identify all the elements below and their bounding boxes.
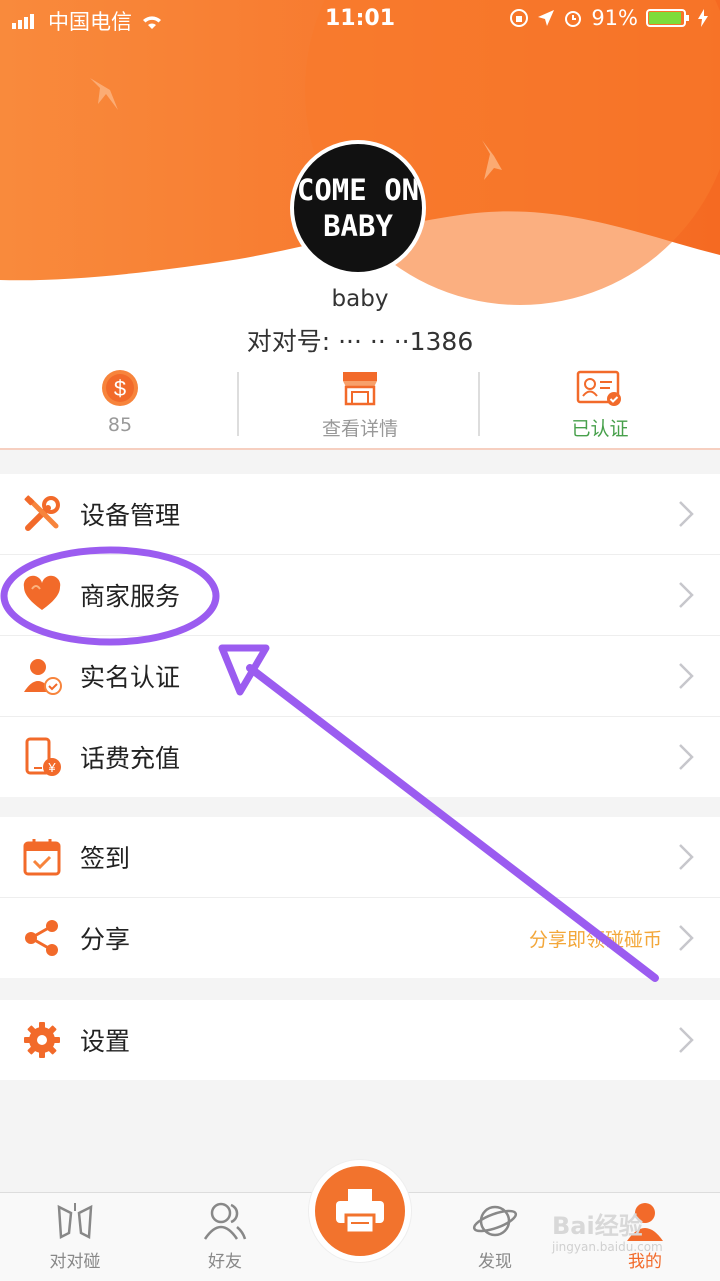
tab-print-button[interactable] — [309, 1160, 411, 1262]
coins-value: 85 — [107, 414, 133, 436]
bump-icon — [57, 1203, 93, 1239]
heart-icon — [23, 575, 61, 610]
user-id: 对对号: ··· ·· ··1386 — [246, 327, 474, 356]
stat-verified[interactable]: 已认证 — [480, 360, 720, 448]
tools-icon — [24, 495, 60, 531]
stats-row: $ 85 查看详情 已认证 — [0, 360, 720, 448]
rotation-lock-icon — [510, 9, 529, 27]
chevron-right-icon — [679, 925, 694, 951]
svg-text:$: $ — [114, 376, 126, 401]
profile-header: 中国电信 11:01 91% COME ON BABY baby 对对号: ··… — [0, 0, 720, 450]
stats-divider — [478, 372, 480, 436]
username: baby — [331, 286, 389, 312]
menu-item-label: 设置 — [80, 1027, 131, 1056]
header-divider — [0, 448, 720, 450]
share-reward-hint: 分享即领碰碰币 — [528, 928, 662, 951]
menu-item-label: 话费充值 — [80, 744, 181, 773]
chevron-right-icon — [679, 663, 694, 689]
status-right: 91% — [509, 6, 708, 30]
user-verified-icon — [24, 659, 62, 695]
tab-bump[interactable]: 对对碰 — [20, 1199, 130, 1272]
menu-group-activity: 签到 分享 分享即领碰碰币 — [0, 817, 720, 978]
menu-group-settings: 设置 — [0, 1000, 720, 1080]
details-label: 查看详情 — [321, 418, 398, 440]
menu-item-label: 商家服务 — [80, 582, 181, 611]
menu-group-services: 设备管理 商家服务 实名认证 ¥ 话费充值 — [0, 474, 720, 797]
battery-icon — [646, 9, 689, 27]
tab-friends[interactable]: 好友 — [170, 1199, 280, 1272]
gear-icon — [24, 1022, 60, 1058]
status-bar: 中国电信 11:01 91% — [0, 0, 720, 38]
chevron-right-icon — [679, 501, 694, 527]
watermark-url: jingyan.baidu.com — [552, 1240, 663, 1254]
menu-item-merchant-service[interactable]: 商家服务 — [0, 555, 720, 636]
tab-label: 发现 — [478, 1252, 512, 1272]
calendar-check-icon — [23, 839, 61, 876]
menu-item-label: 签到 — [80, 844, 131, 873]
tab-label: 好友 — [208, 1252, 242, 1272]
avatar[interactable]: COME ON BABY — [290, 140, 426, 276]
location-icon — [538, 10, 555, 26]
menu-item-label: 设备管理 — [80, 501, 181, 530]
coin-icon: $ — [102, 370, 138, 406]
menu-item-check-in[interactable]: 签到 — [0, 817, 720, 898]
svg-text:¥: ¥ — [47, 760, 56, 775]
menu-item-real-name-auth[interactable]: 实名认证 — [0, 636, 720, 717]
stat-coins[interactable]: $ 85 — [0, 360, 240, 448]
chevron-right-icon — [679, 844, 694, 870]
battery-percent: 91% — [591, 6, 638, 30]
menu-item-share[interactable]: 分享 分享即领碰碰币 — [0, 898, 720, 978]
chevron-right-icon — [679, 744, 694, 770]
verified-label: 已认证 — [571, 418, 629, 440]
chevron-right-icon — [679, 1027, 694, 1053]
menu-item-phone-recharge[interactable]: ¥ 话费充值 — [0, 717, 720, 797]
menu-item-settings[interactable]: 设置 — [0, 1000, 720, 1080]
tab-discover[interactable]: 发现 — [440, 1199, 550, 1272]
charging-icon — [698, 9, 708, 27]
stat-details[interactable]: 查看详情 — [240, 360, 480, 448]
menu-item-device-management[interactable]: 设备管理 — [0, 474, 720, 555]
stats-divider — [237, 372, 239, 436]
chevron-right-icon — [679, 582, 694, 608]
tab-label: 对对碰 — [49, 1252, 101, 1272]
menu-item-label: 实名认证 — [80, 663, 181, 692]
store-icon — [343, 372, 377, 406]
phone-recharge-icon: ¥ — [25, 737, 61, 776]
avatar-text-line2: BABY — [323, 209, 393, 243]
id-card-icon — [576, 370, 621, 406]
menu-item-label: 分享 — [80, 925, 131, 954]
share-icon — [25, 920, 58, 956]
printer-icon — [336, 1189, 384, 1235]
alarm-icon — [565, 11, 582, 27]
avatar-text-line1: COME ON — [296, 172, 420, 207]
friends-icon — [203, 1202, 247, 1240]
watermark-logo: Bai经验 — [552, 1212, 643, 1240]
planet-icon — [472, 1205, 518, 1237]
